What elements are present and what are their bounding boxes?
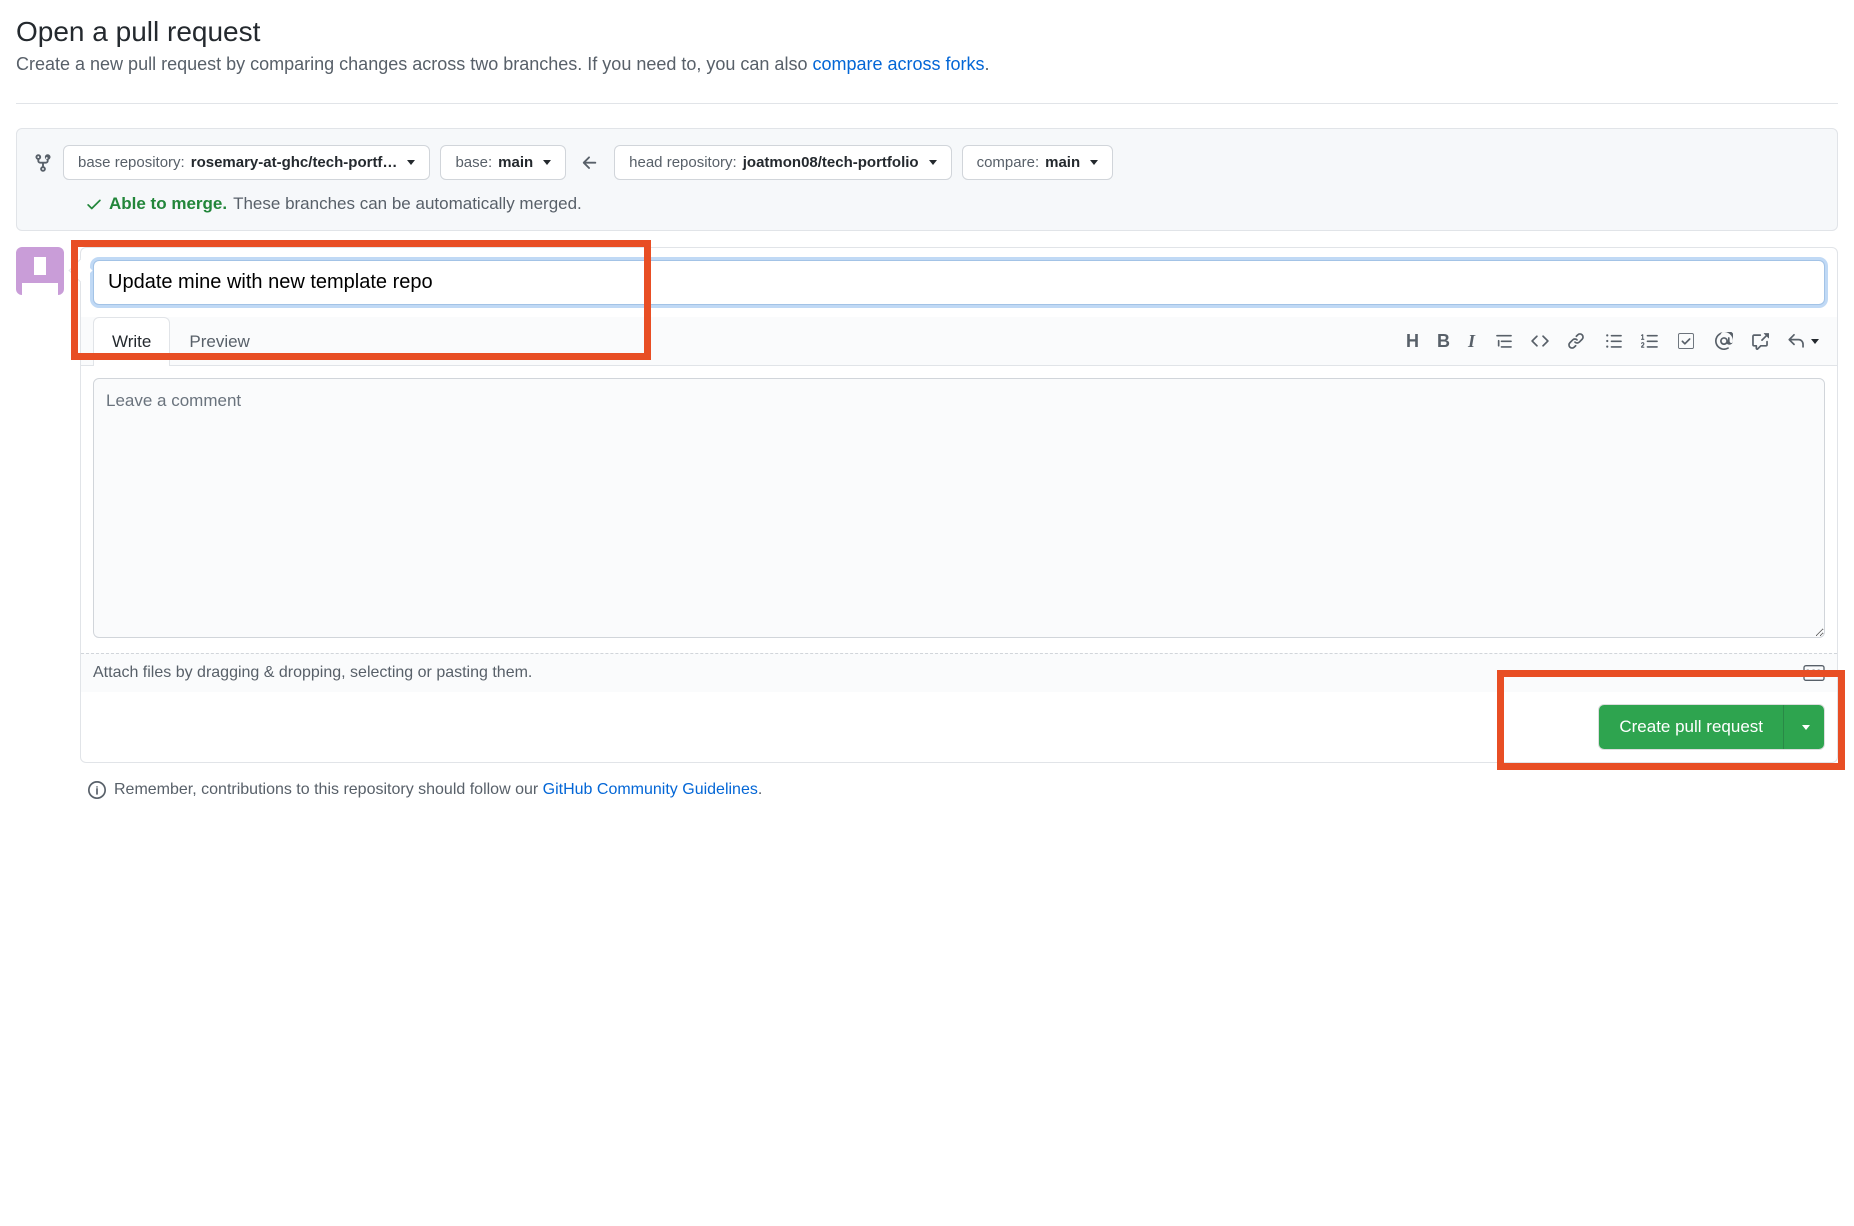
merge-desc-text: These branches can be automatically merg… (233, 194, 582, 214)
heading-icon[interactable]: H (1406, 331, 1419, 352)
footer-text: Remember, contributions to this reposito… (114, 781, 543, 798)
caret-down-icon (1090, 160, 1098, 165)
compare-branch-prefix: compare: (977, 154, 1040, 171)
numbered-list-icon[interactable] (1641, 332, 1659, 350)
subtitle-text: Create a new pull request by comparing c… (16, 54, 812, 74)
page-title: Open a pull request (16, 16, 1838, 48)
caret-down-icon (1802, 725, 1810, 730)
footer-note: Remember, contributions to this reposito… (88, 781, 1838, 799)
compare-across-forks-link[interactable]: compare across forks (812, 54, 984, 74)
base-branch-value: main (498, 154, 533, 171)
markdown-icon[interactable] (1803, 665, 1825, 681)
merge-status: Able to merge. These branches can be aut… (85, 194, 1821, 214)
create-pr-dropdown[interactable] (1783, 705, 1824, 749)
caret-down-icon (543, 160, 551, 165)
head-repo-prefix: head repository: (629, 154, 737, 171)
base-branch-prefix: base: (455, 154, 492, 171)
subtitle-post: . (985, 54, 990, 74)
arrow-left-icon (576, 153, 604, 173)
merge-able-text: Able to merge. (109, 194, 227, 214)
reply-icon[interactable] (1787, 332, 1819, 350)
pr-form-box: Write Preview H B I (80, 247, 1838, 763)
avatar (16, 247, 64, 295)
attach-hint-bar[interactable]: Attach files by dragging & dropping, sel… (81, 653, 1837, 692)
info-icon (88, 781, 106, 799)
caret-down-icon (1811, 339, 1819, 344)
divider (16, 103, 1838, 104)
create-pr-button-group: Create pull request (1598, 704, 1825, 750)
check-icon (85, 195, 103, 213)
compare-branch-select[interactable]: compare: main (962, 145, 1114, 180)
head-repo-select[interactable]: head repository: joatmon08/tech-portfoli… (614, 145, 951, 180)
pr-title-input[interactable] (93, 260, 1825, 305)
compare-box: base repository: rosemary-at-ghc/tech-po… (16, 128, 1838, 231)
quote-icon[interactable] (1495, 332, 1513, 350)
task-list-icon[interactable] (1677, 332, 1695, 350)
caret-down-icon (929, 160, 937, 165)
git-compare-icon (33, 153, 53, 173)
bullet-list-icon[interactable] (1605, 332, 1623, 350)
tab-preview[interactable]: Preview (170, 317, 268, 366)
page-subtitle: Create a new pull request by comparing c… (16, 54, 1838, 75)
attach-hint-text: Attach files by dragging & dropping, sel… (93, 664, 532, 682)
italic-icon[interactable]: I (1468, 331, 1475, 352)
editor-toolbar: H B I (1406, 331, 1825, 352)
tab-write[interactable]: Write (93, 317, 170, 366)
head-repo-value: joatmon08/tech-portfolio (743, 154, 919, 171)
mention-icon[interactable] (1715, 332, 1733, 350)
community-guidelines-link[interactable]: GitHub Community Guidelines (543, 781, 758, 798)
base-branch-select[interactable]: base: main (440, 145, 566, 180)
pr-comment-textarea[interactable] (93, 378, 1825, 638)
base-repo-value: rosemary-at-ghc/tech-portf… (191, 154, 398, 171)
create-pr-button[interactable]: Create pull request (1599, 705, 1783, 749)
base-repo-select[interactable]: base repository: rosemary-at-ghc/tech-po… (63, 145, 430, 180)
bold-icon[interactable]: B (1437, 331, 1450, 352)
caret-down-icon (407, 160, 415, 165)
compare-branch-value: main (1045, 154, 1080, 171)
footer-post: . (758, 781, 762, 798)
base-repo-prefix: base repository: (78, 154, 185, 171)
link-icon[interactable] (1567, 332, 1585, 350)
code-icon[interactable] (1531, 332, 1549, 350)
cross-reference-icon[interactable] (1751, 332, 1769, 350)
